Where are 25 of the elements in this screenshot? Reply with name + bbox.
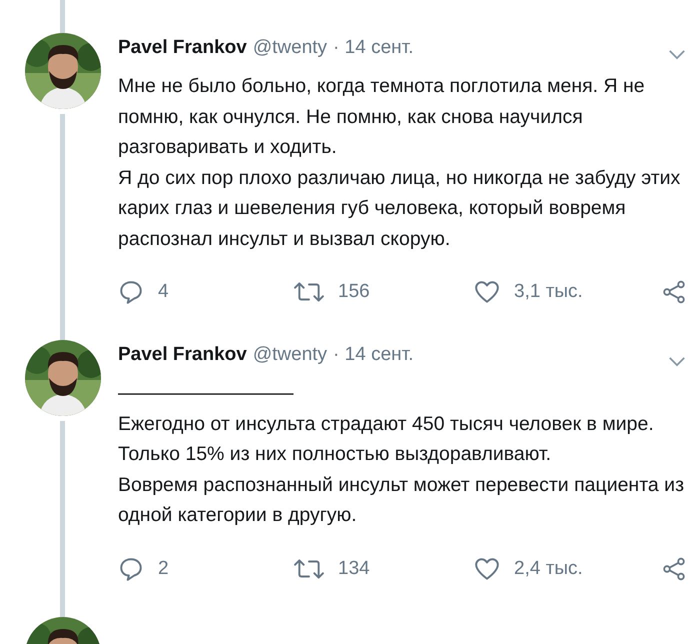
tweet-text: ————————— — [118, 381, 294, 406]
chevron-down-icon[interactable] — [668, 48, 686, 60]
share-icon[interactable] — [662, 280, 686, 304]
retweet-count: 156 — [338, 281, 370, 303]
heart-icon[interactable] — [474, 556, 500, 582]
tweet-text: Я до сих пор плохо различаю лица, но никогда не забуду этих карих глаз и шевеления губ человека, который вовремя распознал инсульт и вызвал скорую. — [118, 166, 682, 252]
tweet-text: Вовремя распознанный инсульт может перевести пациента из одной категории в другую. — [118, 472, 686, 528]
like-count: 3,1 тыс. — [514, 281, 583, 303]
author-name[interactable]: Pavel Frankov — [118, 344, 247, 366]
chevron-down-icon[interactable] — [668, 356, 686, 366]
heart-icon[interactable] — [474, 279, 500, 305]
reply-count: 4 — [158, 281, 169, 303]
author-handle[interactable]: @twenty — [252, 344, 328, 366]
share-icon[interactable] — [662, 556, 686, 580]
speech-bubble-icon[interactable] — [118, 279, 144, 305]
reply-count: 2 — [158, 558, 169, 580]
tweet-text: Мне не было больно, когда темнота поглотила меня. Я не помню, как очнулся. Не помню, как снова научился разговаривать и ходить. — [118, 74, 646, 160]
speech-bubble-icon[interactable] — [118, 556, 144, 582]
author-name[interactable]: Pavel Frankov — [118, 37, 247, 59]
tweet-date[interactable]: · 14 сент. — [333, 344, 414, 366]
like-count: 2,4 тыс. — [514, 558, 583, 580]
tweet-text: Ежегодно от инсульта страдают 450 тысяч человек в мире. Только 15% из них полностью выздоравливают. — [118, 412, 655, 467]
retweet-count: 134 — [338, 558, 370, 580]
author-handle[interactable]: @twenty — [252, 37, 328, 59]
tweet-date[interactable]: · 14 сент. — [333, 37, 414, 59]
